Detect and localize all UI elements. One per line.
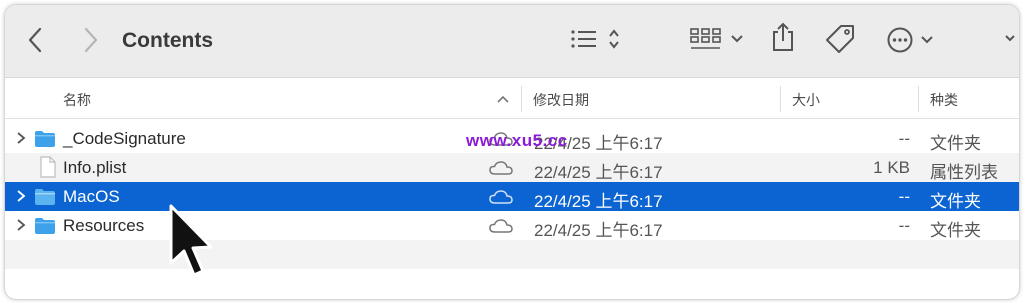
forward-button[interactable] [77, 25, 103, 55]
disclosure-chevron-icon[interactable] [15, 131, 27, 145]
column-divider[interactable] [521, 86, 522, 112]
file-name: _CodeSignature [63, 129, 186, 148]
icloud-icon [489, 190, 513, 204]
file-kind: 属性列表 [930, 163, 998, 182]
list-view-icon [571, 30, 596, 48]
tag-icon [826, 25, 854, 53]
icloud-icon [489, 219, 513, 233]
more-ellipsis-icon [887, 27, 913, 53]
window-title: Contents [122, 29, 213, 52]
disclosure-chevron-icon[interactable] [15, 218, 27, 232]
file-date: 22/4/25 上午6:17 [534, 221, 663, 240]
empty-row [5, 240, 1019, 269]
toolbar: Contents [5, 5, 1019, 78]
file-row-info-plist[interactable]: Info.plist 22/4/25 上午6:17 1 KB 属性列表 [5, 153, 1019, 182]
file-size: -- [898, 129, 910, 148]
column-size-header[interactable]: 大小 [792, 90, 820, 110]
disclosure-chevron-icon[interactable] [15, 189, 27, 203]
dropdown-chevron-icon [921, 36, 933, 44]
column-divider[interactable] [918, 86, 919, 112]
file-name: Resources [63, 216, 145, 235]
grid-view-icon [690, 28, 721, 49]
file-row-resources[interactable]: Resources 22/4/25 上午6:17 -- 文件夹 [5, 211, 1019, 240]
watermark-text: www.xu5.cc [466, 131, 568, 150]
folder-icon [35, 218, 55, 234]
back-button[interactable] [23, 25, 49, 55]
forward-chevron-icon [84, 27, 98, 53]
share-button[interactable] [770, 21, 796, 58]
mouse-pointer-icon [169, 204, 213, 277]
sort-ascending-icon[interactable] [496, 94, 510, 104]
share-icon [773, 22, 793, 51]
column-header: 名称 修改日期 大小 种类 [5, 78, 1019, 119]
tag-button[interactable] [824, 23, 856, 60]
file-kind: 文件夹 [930, 192, 981, 211]
file-name: Info.plist [63, 158, 127, 177]
file-kind: 文件夹 [930, 134, 981, 153]
column-date-header[interactable]: 修改日期 [533, 90, 589, 110]
column-kind-header[interactable]: 种类 [930, 90, 958, 110]
back-chevron-icon [28, 27, 42, 53]
file-size: 1 KB [873, 158, 910, 177]
file-name: MacOS [63, 187, 120, 206]
file-date: 22/4/25 上午6:17 [534, 163, 663, 182]
file-row-macos[interactable]: MacOS 22/4/25 上午6:17 -- 文件夹 [5, 182, 1019, 211]
finder-window: Contents 名称 修改日期 大小 种类 _CodeSignature 22… [4, 4, 1020, 300]
folder-icon [35, 131, 55, 147]
column-name-header[interactable]: 名称 [63, 90, 91, 110]
sort-updown-icon [609, 29, 619, 49]
dropdown-chevron-icon [1005, 35, 1015, 42]
file-kind: 文件夹 [930, 221, 981, 240]
file-size: -- [898, 216, 910, 235]
file-date: 22/4/25 上午6:17 [534, 192, 663, 211]
folder-icon [35, 189, 55, 205]
toolbar-overflow-chevron[interactable] [1004, 29, 1016, 54]
column-divider[interactable] [780, 86, 781, 112]
file-size: -- [898, 187, 910, 206]
dropdown-chevron-icon [731, 35, 743, 43]
document-icon [40, 156, 56, 178]
icloud-icon [489, 161, 513, 175]
